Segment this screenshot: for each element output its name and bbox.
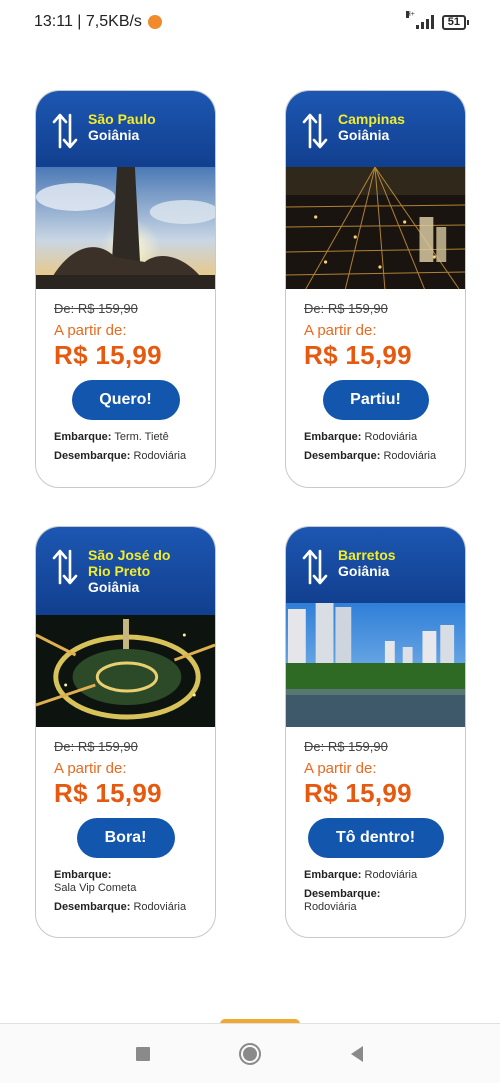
old-price: De: R$ 159,90 — [54, 301, 138, 316]
old-price: De: R$ 159,90 — [54, 739, 138, 754]
swap-arrows-icon — [52, 549, 78, 585]
price: R$ 15,99 — [54, 340, 162, 370]
recent-apps-button[interactable] — [123, 1034, 163, 1074]
city-photo — [286, 167, 465, 289]
origin-city: São Paulo — [88, 111, 156, 127]
embarque-label: Embarque: — [304, 869, 362, 881]
price: R$ 15,99 — [54, 778, 162, 808]
swap-arrows-icon — [52, 113, 78, 149]
desembarque-value: Rodoviária — [304, 901, 357, 913]
desembarque-value: Rodoviária — [133, 450, 187, 462]
desembarque-info: Desembarque: Rodoviária — [304, 888, 465, 914]
desembarque-label: Desembarque: — [304, 888, 381, 900]
card-body: De: R$ 159,90 A partir de: R$ 15,99 Quer… — [36, 289, 215, 463]
embarque-info: Embarque: Rodoviária — [304, 431, 465, 444]
desembarque-label: Desembarque: — [304, 450, 381, 462]
card-header: Campinas Goiânia — [286, 91, 465, 167]
embarque-value: Rodoviária — [364, 431, 418, 443]
city-photo — [36, 615, 215, 727]
battery-level: 51 — [447, 15, 460, 28]
embarque-value: Rodoviária — [364, 869, 418, 881]
route-names: São Paulo Goiânia — [88, 111, 156, 143]
swap-arrows-icon — [302, 549, 328, 585]
route-card[interactable]: São Paulo Goiânia De: R$ 159,90 A partir… — [35, 90, 216, 488]
city-photo — [36, 167, 215, 289]
status-left: 13:11 | 7,5KB/s — [34, 13, 162, 31]
cta-button[interactable]: Partiu! — [322, 380, 429, 420]
signal-icon: H+ — [405, 11, 434, 29]
embarque-label: Embarque: — [54, 431, 112, 443]
embarque-info: Embarque: Sala Vip Cometa — [54, 869, 215, 895]
old-price: De: R$ 159,90 — [304, 301, 388, 316]
route-names: Barretos Goiânia — [338, 547, 396, 579]
card-header: São Paulo Goiânia — [36, 91, 215, 167]
desembarque-label: Desembarque: — [54, 450, 131, 462]
destination-city: Goiânia — [338, 563, 390, 579]
back-button[interactable] — [337, 1034, 377, 1074]
desembarque-value: Rodoviária — [133, 901, 187, 913]
destination-city: Goiânia — [338, 127, 390, 143]
home-button[interactable] — [230, 1034, 270, 1074]
home-icon — [238, 1042, 261, 1065]
from-label: A partir de: — [304, 760, 377, 777]
desembarque-info: Desembarque: Rodoviária — [54, 450, 215, 463]
cta-button[interactable]: Quero! — [71, 380, 180, 420]
swap-arrows-icon — [302, 113, 328, 149]
desembarque-info: Desembarque: Rodoviária — [54, 901, 215, 914]
origin-city: Campinas — [338, 111, 405, 127]
embarque-info: Embarque: Rodoviária — [304, 869, 465, 882]
card-body: De: R$ 159,90 A partir de: R$ 15,99 Part… — [286, 289, 465, 463]
recent-apps-icon — [136, 1046, 151, 1061]
desembarque-value: Rodoviária — [383, 450, 437, 462]
battery-icon: 51 — [441, 14, 470, 30]
status-right: H+ 51 — [405, 11, 470, 30]
embarque-value: Term. Tietê — [114, 431, 169, 443]
cta-button[interactable]: Bora! — [76, 818, 175, 858]
old-price: De: R$ 159,90 — [304, 739, 388, 754]
from-label: A partir de: — [54, 760, 127, 777]
status-bar: 13:11 | 7,5KB/s H+ 51 — [0, 0, 500, 44]
city-photo — [286, 603, 465, 727]
embarque-info: Embarque: Term. Tietê — [54, 431, 215, 444]
route-card[interactable]: Barretos Goiânia De: R$ 159,90 A partir … — [285, 526, 466, 938]
notification-icon — [147, 15, 162, 29]
embarque-value: Sala Vip Cometa — [54, 882, 137, 894]
destination-city: Goiânia — [88, 127, 140, 143]
price: R$ 15,99 — [304, 778, 412, 808]
embarque-label: Embarque: — [54, 869, 112, 881]
from-label: A partir de: — [304, 322, 377, 339]
embarque-label: Embarque: — [304, 431, 362, 443]
destination-city: Goiânia — [88, 579, 140, 595]
card-header: Barretos Goiânia — [286, 527, 465, 603]
card-body: De: R$ 159,90 A partir de: R$ 15,99 Tô d… — [286, 727, 465, 914]
origin-city: São José do Rio Preto — [88, 547, 171, 579]
route-card[interactable]: São José do Rio Preto Goiânia De: R$ 159… — [35, 526, 216, 938]
from-label: A partir de: — [54, 322, 127, 339]
price: R$ 15,99 — [304, 340, 412, 370]
origin-city: Barretos — [338, 547, 396, 563]
card-header: São José do Rio Preto Goiânia — [36, 527, 215, 615]
card-body: De: R$ 159,90 A partir de: R$ 15,99 Bora… — [36, 727, 215, 914]
status-time: 13:11 | 7,5KB/s — [34, 13, 142, 30]
network-type: H+ — [405, 11, 415, 18]
system-nav-bar — [0, 1023, 500, 1083]
desembarque-label: Desembarque: — [54, 901, 131, 913]
route-names: São José do Rio Preto Goiânia — [88, 547, 188, 595]
back-icon — [350, 1045, 363, 1062]
route-card[interactable]: Campinas Goiânia De: R$ 159,90 A partir … — [285, 90, 466, 488]
cta-button[interactable]: Tô dentro! — [307, 818, 444, 858]
desembarque-info: Desembarque: Rodoviária — [304, 450, 465, 463]
route-names: Campinas Goiânia — [338, 111, 405, 143]
